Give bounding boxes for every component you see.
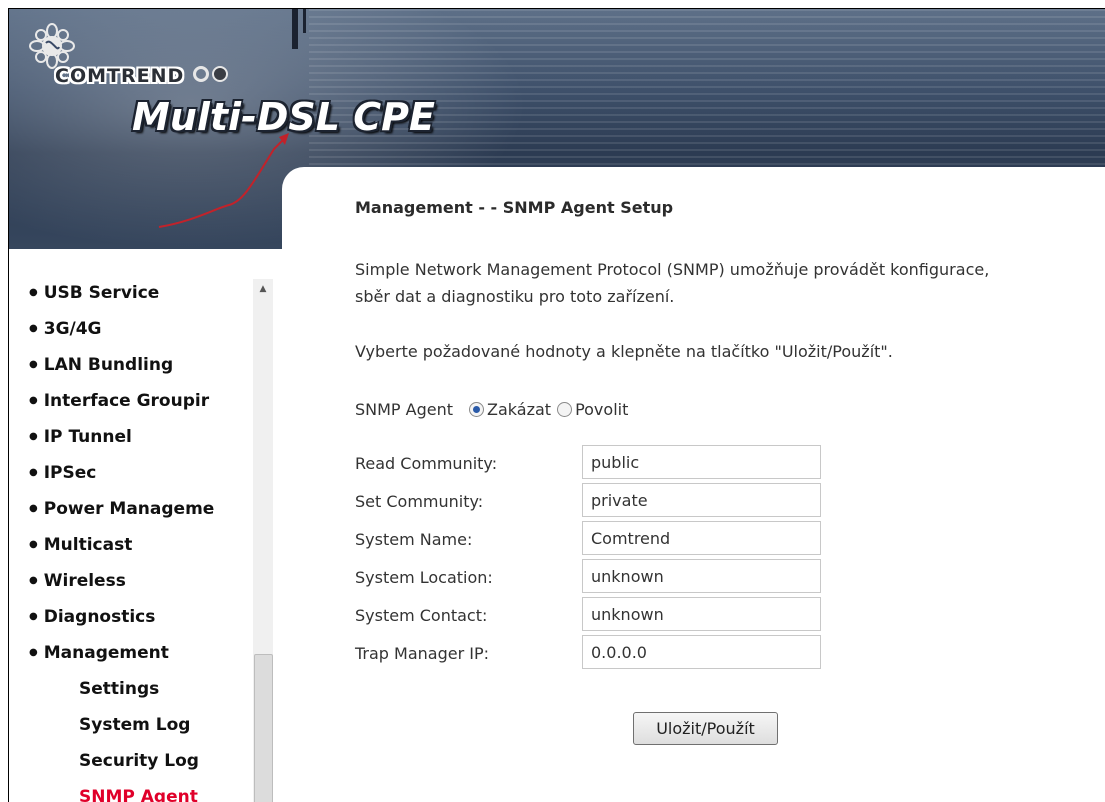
sidebar-subitem-settings[interactable]: Settings <box>29 675 255 711</box>
page-title: Management - - SNMP Agent Setup <box>355 198 674 217</box>
read-community-label: Read Community: <box>355 454 498 473</box>
sidebar-item-3g4g[interactable]: ● 3G/4G <box>29 315 255 351</box>
sidebar-item-management[interactable]: ● Management <box>29 639 255 675</box>
sidebar-menu: ● USB Service ● 3G/4G ● LAN Bundling ● Inter… <box>29 279 255 802</box>
trap-manager-ip-input[interactable] <box>582 635 821 669</box>
page-description: Simple Network Management Protocol (SNMP… <box>355 260 990 306</box>
sidebar-item-power-management[interactable]: ● Power Manageme <box>29 495 255 531</box>
system-name-input[interactable] <box>582 521 821 555</box>
decorative-graph-line <box>158 133 289 228</box>
bullet-icon: ● <box>29 359 38 370</box>
bullet-icon: ● <box>29 287 38 298</box>
system-location-label: System Location: <box>355 568 493 587</box>
radio-enable[interactable] <box>557 402 573 417</box>
sidebar-item-wireless[interactable]: ● Wireless <box>29 567 255 603</box>
sidebar-subitem-snmp-agent[interactable]: SNMP Agent <box>29 783 255 802</box>
bullet-icon: ● <box>29 539 38 550</box>
sidebar: ▲ ● USB Service ● 3G/4G ● LAN Bundling ● Int… <box>9 249 281 802</box>
radio-enable-label: Povolit <box>575 400 629 419</box>
sidebar-subitem-system-log[interactable]: System Log <box>29 711 255 747</box>
bullet-icon: ● <box>29 395 38 406</box>
system-location-input[interactable] <box>582 559 821 593</box>
sidebar-subitem-security-log[interactable]: Security Log <box>29 747 255 783</box>
bullet-icon: ● <box>29 323 38 334</box>
sidebar-item-lan-bundling[interactable]: ● LAN Bundling <box>29 351 255 387</box>
save-apply-button[interactable]: Uložit/Použít <box>633 712 778 745</box>
set-community-label: Set Community: <box>355 492 484 511</box>
sidebar-item-interface-grouping[interactable]: ● Interface Groupir <box>29 387 255 423</box>
snmp-agent-row: SNMP Agent Zakázat Povolit <box>355 400 634 419</box>
sidebar-item-usb-service[interactable]: ● USB Service <box>29 279 255 315</box>
sidebar-item-ipsec[interactable]: ● IPSec <box>29 459 255 495</box>
bullet-icon: ● <box>29 575 38 586</box>
sidebar-item-ip-tunnel[interactable]: ● IP Tunnel <box>29 423 255 459</box>
bullet-icon: ● <box>29 431 38 442</box>
trap-manager-ip-label: Trap Manager IP: <box>355 644 490 663</box>
system-name-label: System Name: <box>355 530 473 549</box>
read-community-input[interactable] <box>582 445 821 479</box>
radio-disable-label: Zakázat <box>487 400 552 419</box>
scroll-up-icon[interactable]: ▲ <box>253 279 273 299</box>
radio-disable[interactable] <box>469 402 485 417</box>
snmp-agent-label: SNMP Agent <box>355 400 454 419</box>
sidebar-item-diagnostics[interactable]: ● Diagnostics <box>29 603 255 639</box>
sidebar-item-multicast[interactable]: ● Multicast <box>29 531 255 567</box>
system-contact-label: System Contact: <box>355 606 488 625</box>
set-community-input[interactable] <box>582 483 821 517</box>
page-hint: Vyberte požadované hodnoty a klepněte na… <box>355 342 893 361</box>
bullet-icon: ● <box>29 647 38 658</box>
bullet-icon: ● <box>29 467 38 478</box>
bullet-icon: ● <box>29 503 38 514</box>
bullet-icon: ● <box>29 611 38 622</box>
scrollbar-thumb[interactable] <box>254 654 273 802</box>
system-contact-input[interactable] <box>582 597 821 631</box>
